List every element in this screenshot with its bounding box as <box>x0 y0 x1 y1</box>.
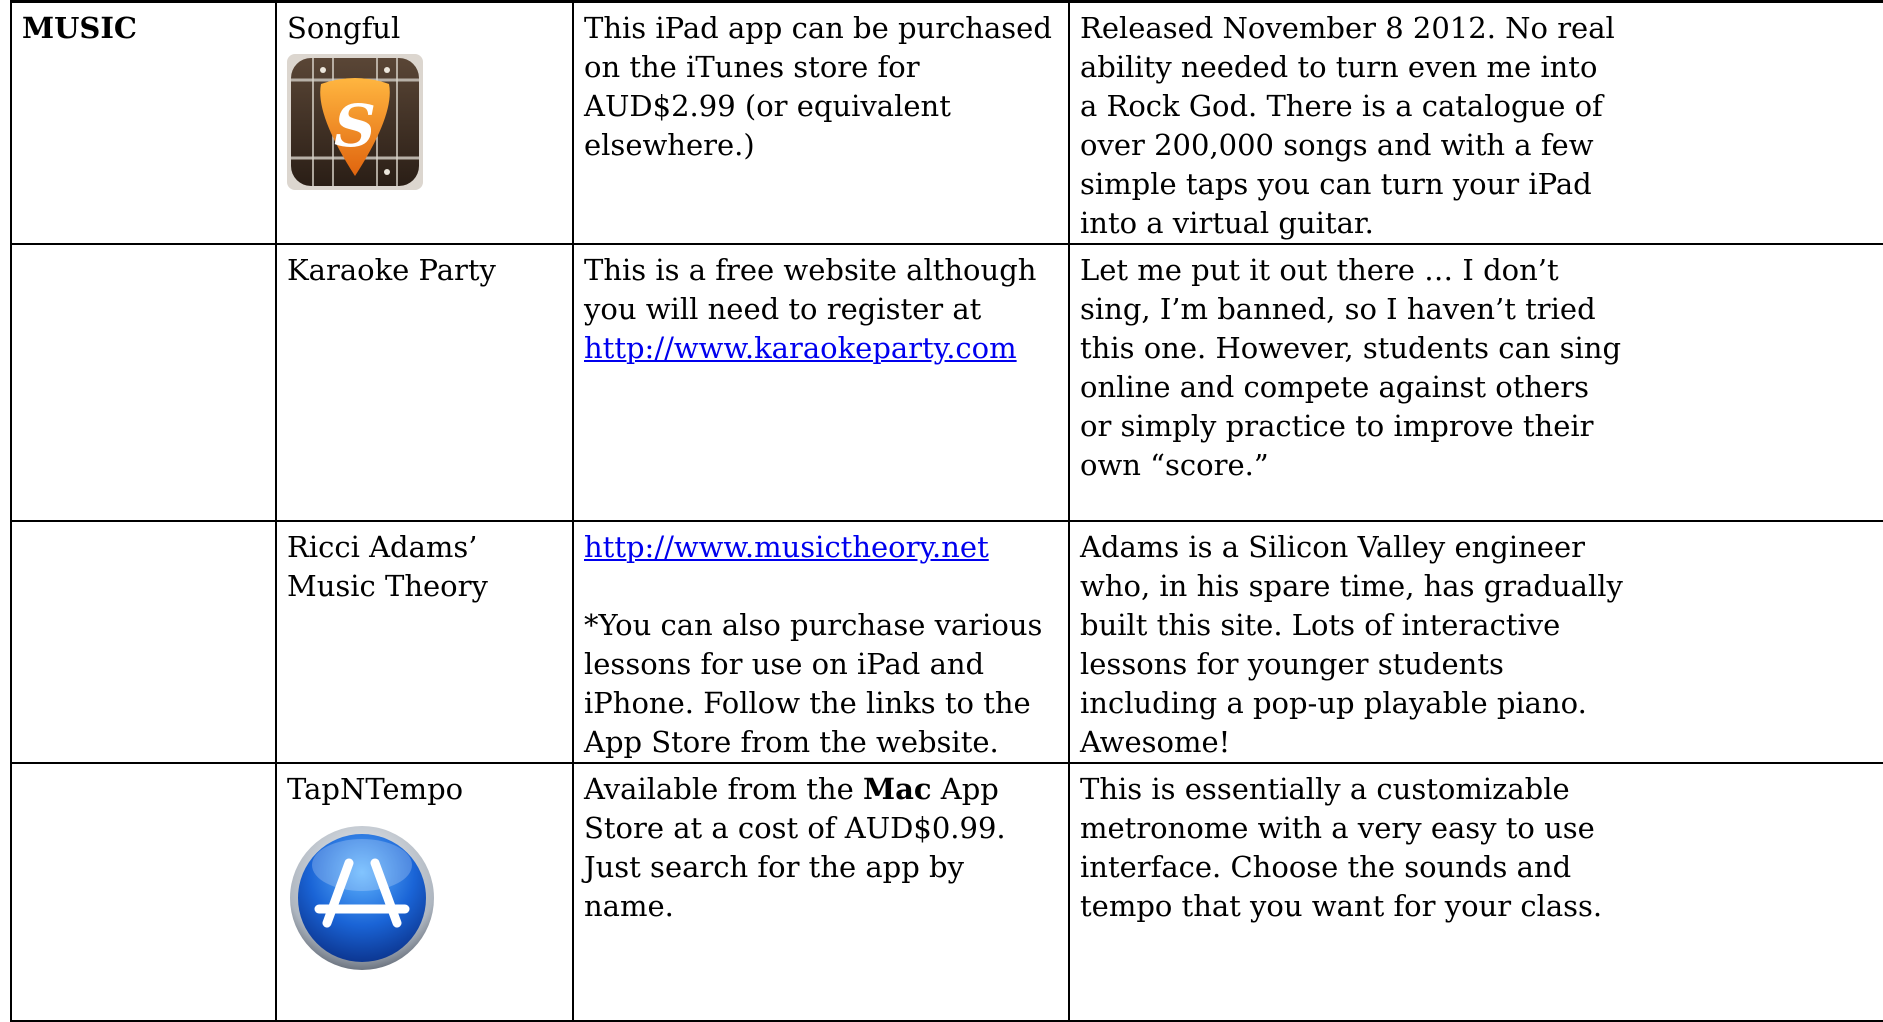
app-name: Karaoke Party <box>287 253 496 287</box>
songful-guitar-pick-icon: S <box>287 54 423 190</box>
description-line: or simply practice to improve their <box>1080 409 1594 443</box>
description-line: Awesome! <box>1080 725 1231 759</box>
category-cell <box>10 520 277 764</box>
description-cell: This is essentially a customizable metro… <box>1068 762 1883 1022</box>
karaokeparty-link[interactable]: http://www.karaokeparty.com <box>584 331 1017 365</box>
description-line: a Rock God. There is a catalogue of <box>1080 89 1603 123</box>
description-cell: Let me put it out there … I don’t sing, … <box>1068 243 1883 522</box>
app-name-cell: Karaoke Party <box>275 243 574 522</box>
category-cell <box>10 762 277 1022</box>
description-line: metronome with a very easy to use <box>1080 811 1595 845</box>
description-line: simple taps you can turn your iPad <box>1080 167 1592 201</box>
access-text: This iPad app can be purchased on the iT… <box>584 11 1052 162</box>
description-line: interface. Choose the sounds and <box>1080 850 1572 884</box>
category-cell <box>10 243 277 522</box>
description-line: into a virtual guitar. <box>1080 206 1374 240</box>
description-line: Let me put it out there … I don’t <box>1080 253 1559 287</box>
description-cell: Released November 8 2012. No real abilit… <box>1068 0 1883 245</box>
access-text-bold: Mac <box>862 772 932 806</box>
table-row: Karaoke Party This is a free website alt… <box>10 243 1883 522</box>
table-row: TapNTempo Available from the Mac App Sto… <box>10 762 1883 1022</box>
description-line: ability needed to turn even me into <box>1080 50 1598 84</box>
app-name-cell: Songful S <box>275 0 574 245</box>
table-row: MUSIC Songful S This iPad app can be pur… <box>10 0 1883 245</box>
description-line: This is essentially a customizable <box>1080 772 1570 806</box>
description-line: Released November 8 2012. No real <box>1080 11 1615 45</box>
description-line: this one. However, students can sing <box>1080 331 1622 365</box>
app-name: Songful <box>287 11 401 45</box>
access-cell: This iPad app can be purchased on the iT… <box>572 0 1070 245</box>
svg-text:S: S <box>334 92 376 160</box>
musictheory-link[interactable]: http://www.musictheory.net <box>584 530 989 564</box>
description-line: online and compete against others <box>1080 370 1590 404</box>
description-line: sing, I’m banned, so I haven’t tried <box>1080 292 1596 326</box>
description-cell: Adams is a Silicon Valley engineer who, … <box>1068 520 1883 764</box>
table-row: Ricci Adams’ Music Theory http://www.mus… <box>10 520 1883 764</box>
category-label: MUSIC <box>22 11 137 45</box>
app-name-cell: Ricci Adams’ Music Theory <box>275 520 574 764</box>
app-name: Ricci Adams’ Music Theory <box>287 530 488 603</box>
description-line: lessons for younger students <box>1080 647 1504 681</box>
description-line: who, in his spare time, has gradually <box>1080 569 1623 603</box>
app-name-cell: TapNTempo <box>275 762 574 1022</box>
app-store-icon <box>290 826 434 970</box>
description-line: built this site. Lots of interactive <box>1080 608 1561 642</box>
description-line: Adams is a Silicon Valley engineer <box>1080 530 1585 564</box>
resource-table: MUSIC Songful S This iPad app can be pur… <box>10 0 1883 1022</box>
access-text: This is a free website although you will… <box>584 253 1037 326</box>
category-cell: MUSIC <box>10 0 277 245</box>
access-cell: This is a free website although you will… <box>572 243 1070 522</box>
description-line: own “score.” <box>1080 448 1269 482</box>
description-line: including a pop-up playable piano. <box>1080 686 1587 720</box>
app-name: TapNTempo <box>287 772 464 806</box>
description-line: tempo that you want for your class. <box>1080 889 1603 923</box>
access-note: *You can also purchase various lessons f… <box>584 608 1043 759</box>
access-text-pre: Available from the <box>584 772 854 806</box>
description-line: over 200,000 songs and with a few <box>1080 128 1594 162</box>
access-cell: http://www.musictheory.net *You can also… <box>572 520 1070 764</box>
access-cell: Available from the Mac App Store at a co… <box>572 762 1070 1022</box>
